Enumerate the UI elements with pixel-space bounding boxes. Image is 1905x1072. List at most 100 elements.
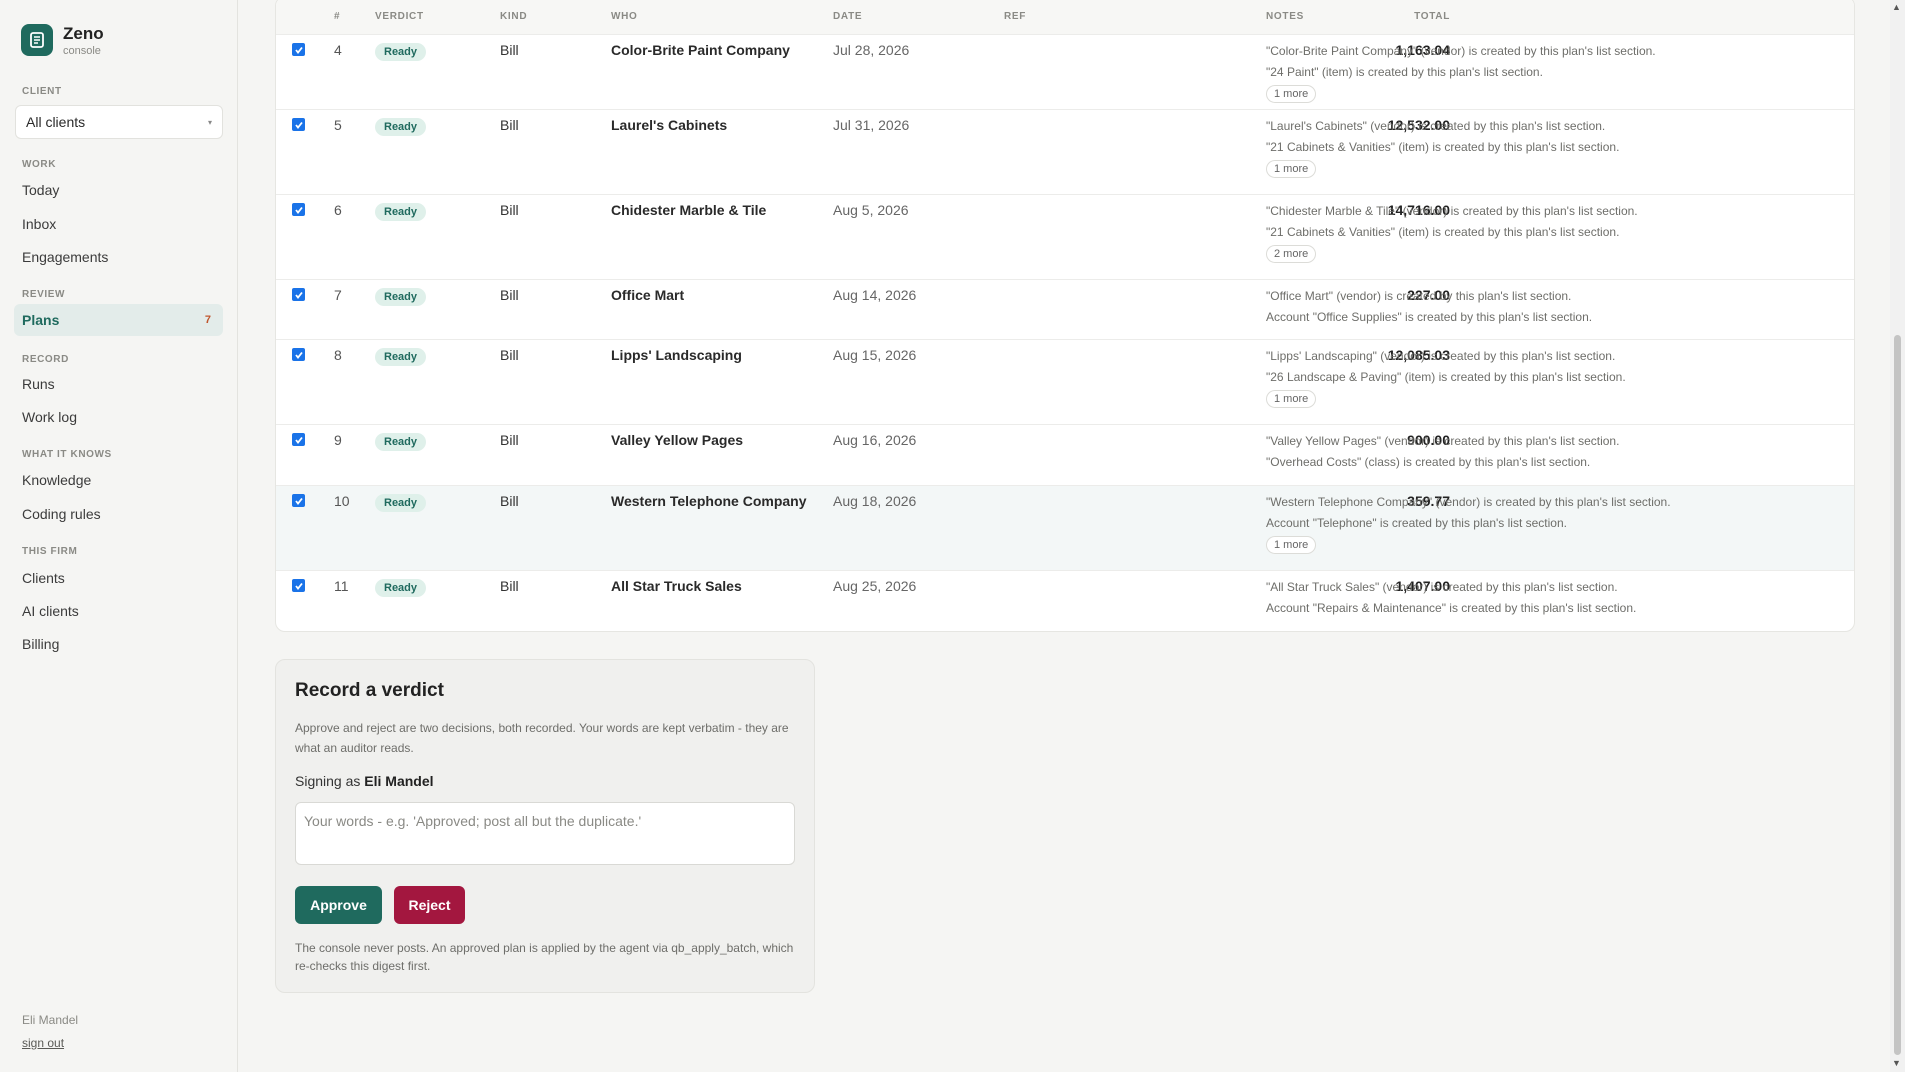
sidebar-item-plans[interactable]: Plans 7 <box>14 304 223 336</box>
table-row: 9 Ready Bill Valley Yellow Pages Aug 16, 202… <box>276 425 1854 486</box>
verdict-comment-input[interactable] <box>295 802 795 865</box>
row-checkbox[interactable] <box>292 43 305 56</box>
verdict-panel: Record a verdict Approve and reject are … <box>275 659 815 993</box>
row-checkbox[interactable] <box>292 494 305 507</box>
check-icon <box>294 436 303 444</box>
row-who: Chidester Marble & Tile <box>611 202 767 218</box>
sidebar-item-coding-rules[interactable]: Coding rules <box>22 506 101 522</box>
sidebar-item-billing[interactable]: Billing <box>22 636 59 652</box>
check-icon <box>294 351 303 359</box>
row-kind: Bill <box>500 117 519 133</box>
verdict-status-badge: Ready <box>375 203 427 221</box>
row-date: Aug 5, 2026 <box>833 202 909 218</box>
table-row: 5 Ready Bill Laurel's Cabinets Jul 31, 2026 1… <box>276 110 1854 195</box>
row-who: Lipps' Landscaping <box>611 347 742 363</box>
table-row: 4 Ready Bill Color-Brite Paint Company Jul 2… <box>276 35 1854 110</box>
row-checkbox[interactable] <box>292 288 305 301</box>
check-icon <box>294 121 303 129</box>
more-notes-button[interactable]: 2 more <box>1266 245 1317 263</box>
signout-link[interactable]: sign out <box>22 1036 64 1050</box>
check-icon <box>294 206 303 214</box>
row-date: Jul 28, 2026 <box>833 42 910 58</box>
brand: Zeno console <box>21 24 104 58</box>
sidebar-item-today[interactable]: Today <box>22 182 59 198</box>
app-name: Zeno <box>63 24 104 43</box>
note-line: "Overhead Costs" (class) is created by t… <box>1266 455 1591 469</box>
scrollbar-thumb[interactable] <box>1894 335 1901 1055</box>
row-who: Valley Yellow Pages <box>611 432 744 448</box>
work-section-label: WORK <box>22 159 57 170</box>
row-notes: "Laurel's Cabinets" (vendor) is created … <box>1266 116 1619 179</box>
header-total: TOTAL <box>1414 11 1450 22</box>
sidebar-item-inbox[interactable]: Inbox <box>22 216 56 232</box>
check-icon <box>294 291 303 299</box>
sidebar-item-engagements[interactable]: Engagements <box>22 249 108 265</box>
row-notes: "Western Telephone Company" (vendor) is … <box>1266 492 1671 555</box>
row-date: Aug 16, 2026 <box>833 432 917 448</box>
header-date: DATE <box>833 11 863 22</box>
row-kind: Bill <box>500 347 519 363</box>
row-number: 7 <box>334 287 342 303</box>
sidebar-item-runs[interactable]: Runs <box>22 376 55 392</box>
note-line: Account "Telephone" is created by this p… <box>1266 516 1567 530</box>
table-row: 11 Ready Bill All Star Truck Sales Aug 25, 2… <box>276 571 1854 631</box>
review-section-label: REVIEW <box>22 289 66 300</box>
header-verdict: VERDICT <box>375 11 424 22</box>
table-row: 6 Ready Bill Chidester Marble & Tile Aug 5, … <box>276 195 1854 280</box>
sidebar-item-knowledge[interactable]: Knowledge <box>22 472 91 488</box>
row-who: Laurel's Cabinets <box>611 117 728 133</box>
signing-as: Signing as Eli Mandel <box>295 773 434 789</box>
note-line: "Western Telephone Company" (vendor) is … <box>1266 495 1671 509</box>
row-date: Aug 14, 2026 <box>833 287 917 303</box>
more-notes-button[interactable]: 1 more <box>1266 160 1317 178</box>
signer-name: Eli Mandel <box>364 773 434 789</box>
reject-button[interactable]: Reject <box>394 886 465 924</box>
table-row: 7 Ready Bill Office Mart Aug 14, 2026 227.00 "… <box>276 280 1854 340</box>
row-notes: "Chidester Marble & Tile" (vendor) is cr… <box>1266 201 1638 264</box>
verdict-status-badge: Ready <box>375 579 427 597</box>
verdict-status-badge: Ready <box>375 118 427 136</box>
row-checkbox[interactable] <box>292 433 305 446</box>
verdict-status-badge: Ready <box>375 348 427 366</box>
row-checkbox[interactable] <box>292 118 305 131</box>
verdict-status-badge: Ready <box>375 43 427 61</box>
more-notes-button[interactable]: 1 more <box>1266 536 1317 554</box>
scroll-down-icon[interactable]: ▼ <box>1892 1058 1901 1068</box>
signing-prefix: Signing as <box>295 773 361 789</box>
header-kind: KIND <box>500 11 528 22</box>
note-line: "Lipps' Landscaping" (vendor) is created… <box>1266 349 1616 363</box>
zeno-logo-icon <box>21 24 53 56</box>
approve-button[interactable]: Approve <box>295 886 382 924</box>
row-kind: Bill <box>500 493 519 509</box>
row-kind: Bill <box>500 578 519 594</box>
verdict-status-badge: Ready <box>375 494 427 512</box>
verdict-footer-note: The console never posts. An approved pla… <box>295 941 794 973</box>
check-icon <box>294 497 303 505</box>
table-row: 8 Ready Bill Lipps' Landscaping Aug 15, 2026… <box>276 340 1854 425</box>
note-line: Account "Office Supplies" is created by … <box>1266 310 1593 324</box>
more-notes-button[interactable]: 1 more <box>1266 390 1317 408</box>
sidebar-item-clients[interactable]: Clients <box>22 570 65 586</box>
note-line: "21 Cabinets & Vanities" (item) is creat… <box>1266 225 1620 239</box>
sidebar-item-worklog[interactable]: Work log <box>22 409 77 425</box>
row-who: Western Telephone Company <box>611 493 807 509</box>
more-notes-button[interactable]: 1 more <box>1266 85 1317 103</box>
row-date: Jul 31, 2026 <box>833 117 910 133</box>
row-checkbox[interactable] <box>292 203 305 216</box>
row-kind: Bill <box>500 287 519 303</box>
scroll-up-icon[interactable]: ▲ <box>1892 2 1901 12</box>
row-kind: Bill <box>500 42 519 58</box>
row-date: Aug 25, 2026 <box>833 578 917 594</box>
sidebar-item-ai-clients[interactable]: AI clients <box>22 603 79 619</box>
plan-lines-table: # VERDICT KIND WHO DATE REF TOTAL NOTES … <box>275 0 1855 632</box>
app-subtitle: console <box>63 45 101 57</box>
note-line: "21 Cabinets & Vanities" (item) is creat… <box>1266 140 1620 154</box>
row-date: Aug 18, 2026 <box>833 493 917 509</box>
client-section-label: CLIENT <box>22 86 62 97</box>
row-checkbox[interactable] <box>292 348 305 361</box>
row-notes: "Valley Yellow Pages" (vendor) is create… <box>1266 431 1619 473</box>
row-checkbox[interactable] <box>292 579 305 592</box>
table-row: 10 Ready Bill Western Telephone Company Aug … <box>276 486 1854 571</box>
client-select[interactable]: All clients ▾ <box>15 105 223 139</box>
row-notes: "All Star Truck Sales" (vendor) is creat… <box>1266 577 1636 619</box>
